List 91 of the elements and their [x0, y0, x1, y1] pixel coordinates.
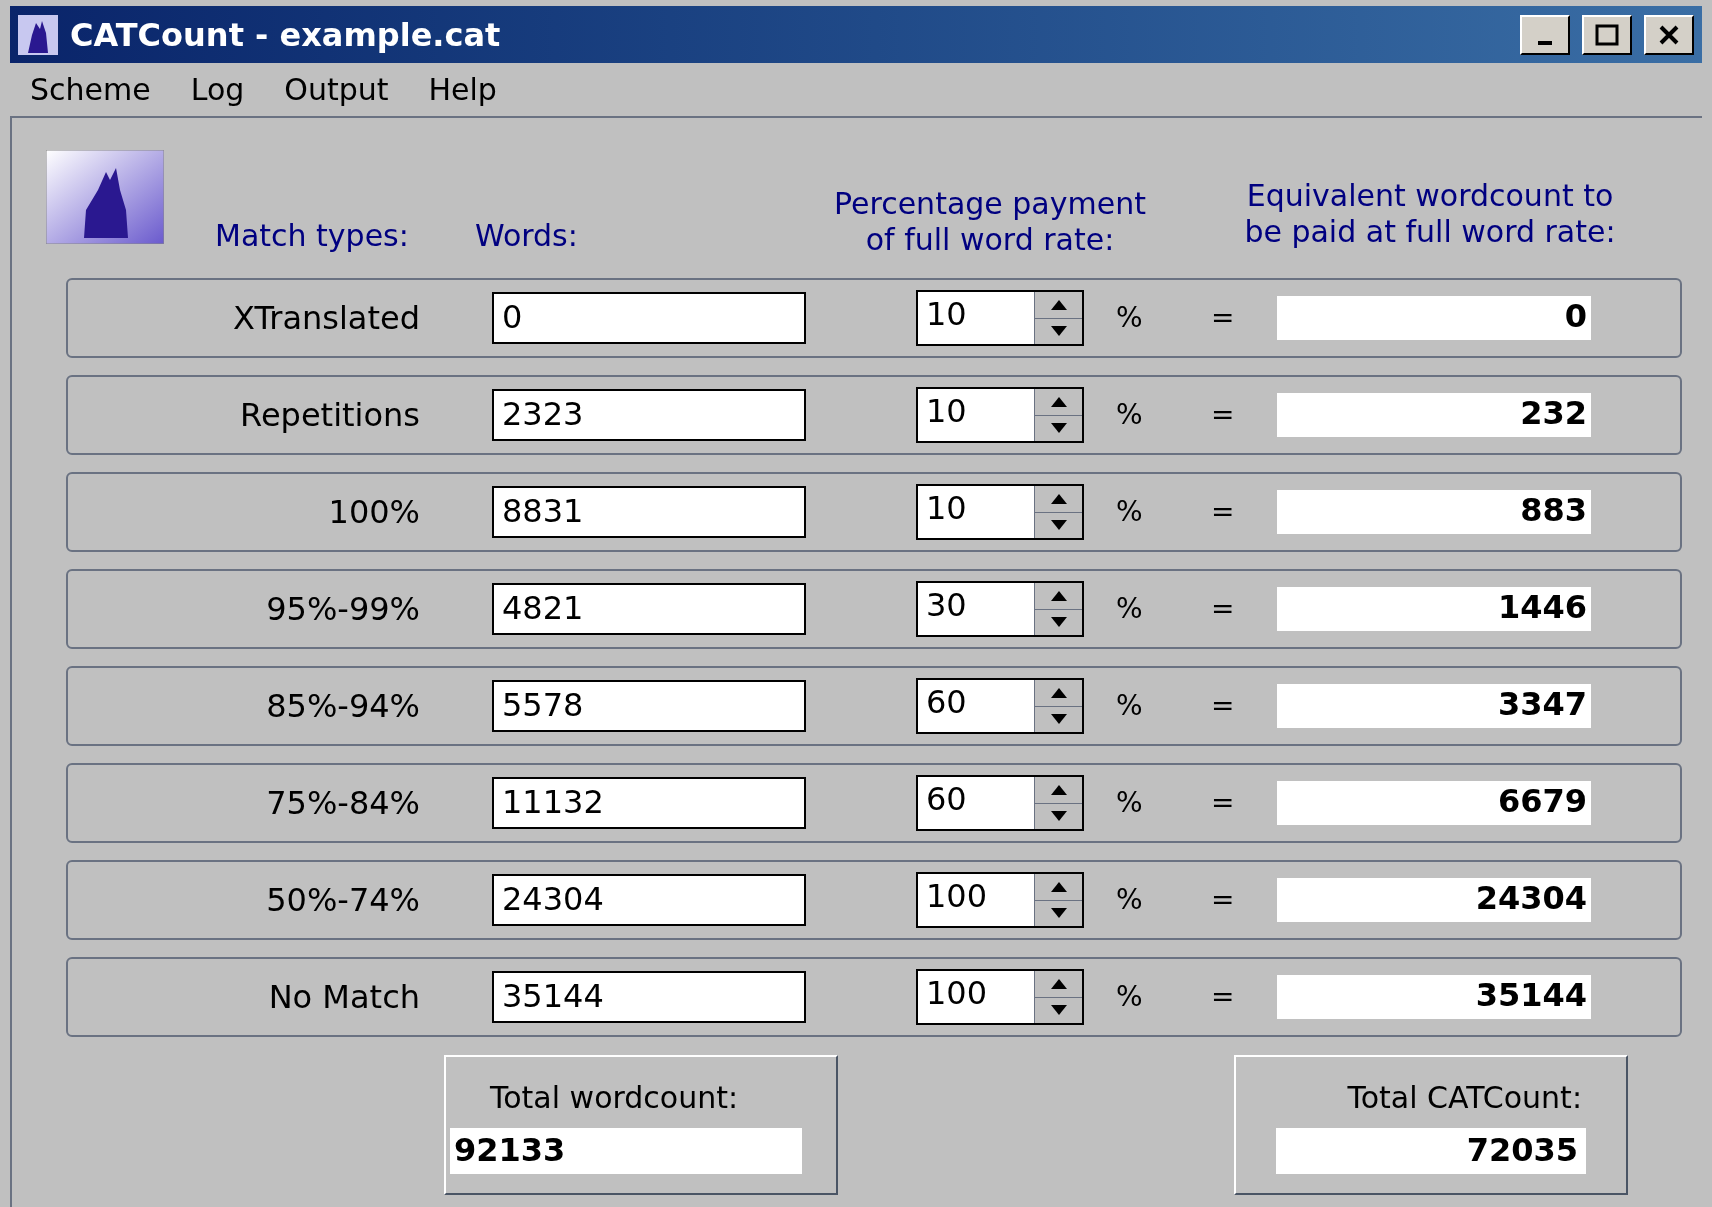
equivalent-header: Equivalent wordcount to be paid at full word rate: — [1243, 178, 1617, 250]
menu-item[interactable]: Scheme — [30, 67, 151, 112]
percentage-value: 60 — [925, 779, 968, 820]
percentage-value: 60 — [925, 682, 968, 723]
percentage-spinner[interactable]: 10 — [916, 484, 1084, 540]
maximize-button[interactable] — [1582, 14, 1632, 55]
percentage-value: 10 — [925, 391, 968, 432]
down-arrow-icon — [1050, 1005, 1067, 1016]
equals-sign: = — [1211, 688, 1236, 724]
words-header: Words: — [475, 217, 579, 255]
equals-sign: = — [1211, 882, 1236, 918]
equals-sign: = — [1211, 300, 1236, 336]
match-type-label: 75%-84% — [265, 783, 420, 824]
percentage-value: 10 — [925, 294, 968, 335]
match-type-label: 85%-94% — [265, 686, 420, 727]
down-arrow-icon — [1050, 326, 1067, 337]
total-value: 72035 — [1276, 1128, 1586, 1174]
percent-sign: % — [1116, 300, 1144, 336]
percent-sign: % — [1116, 591, 1144, 627]
result-field: 35144 — [1277, 975, 1591, 1019]
equals-sign: = — [1211, 591, 1236, 627]
result-field: 3347 — [1277, 684, 1591, 728]
up-arrow-icon — [1050, 881, 1067, 892]
total-value: 92133 — [450, 1128, 802, 1174]
result-field: 1446 — [1277, 587, 1591, 631]
down-arrow-icon — [1050, 811, 1067, 822]
result-field: 0 — [1277, 296, 1591, 340]
menu-item[interactable]: Help — [428, 67, 497, 112]
down-arrow-icon — [1050, 520, 1067, 531]
result-field: 883 — [1277, 490, 1591, 534]
down-arrow-icon — [1050, 908, 1067, 919]
up-arrow-icon — [1050, 493, 1067, 504]
words-field[interactable]: 24304 — [492, 874, 806, 926]
result-field: 232 — [1277, 393, 1591, 437]
minimize-icon — [1538, 40, 1552, 45]
percentage-value: 30 — [925, 585, 968, 626]
percentage-value: 100 — [925, 876, 989, 917]
down-arrow-icon — [1050, 714, 1067, 725]
equals-sign: = — [1211, 397, 1236, 433]
percentage-spinner[interactable]: 30 — [916, 581, 1084, 637]
total-label: Total CATCount: — [1346, 1079, 1582, 1117]
result-field: 24304 — [1277, 878, 1591, 922]
words-field[interactable]: 2323 — [492, 389, 806, 441]
down-arrow-icon — [1050, 423, 1067, 434]
match-type-label: 100% — [327, 492, 420, 533]
percentage-spinner[interactable]: 60 — [916, 775, 1084, 831]
match-type-label: Repetitions — [239, 395, 420, 436]
percent-sign: % — [1116, 494, 1144, 530]
percentage-spinner[interactable]: 100 — [916, 969, 1084, 1025]
match-type-label: 95%-99% — [265, 589, 420, 630]
close-button[interactable] — [1644, 14, 1694, 55]
close-icon — [1658, 23, 1680, 46]
up-arrow-icon — [1050, 299, 1067, 310]
equals-sign: = — [1211, 785, 1236, 821]
percentage-value: 10 — [925, 488, 968, 529]
percent-sign: % — [1116, 785, 1144, 821]
match-types-header: Match types: — [215, 217, 410, 255]
minimize-button[interactable] — [1520, 14, 1570, 55]
menu-item[interactable]: Output — [284, 67, 389, 112]
window-title: CATCount - example.cat — [70, 14, 502, 56]
match-type-label: 50%-74% — [265, 880, 420, 921]
percent-sign: % — [1116, 688, 1144, 724]
words-field[interactable]: 0 — [492, 292, 806, 344]
words-field[interactable]: 11132 — [492, 777, 806, 829]
percent-sign: % — [1116, 979, 1144, 1015]
equals-sign: = — [1211, 494, 1236, 530]
result-field: 6679 — [1277, 781, 1591, 825]
percentage-value: 100 — [925, 973, 989, 1014]
percent-sign: % — [1116, 882, 1144, 918]
up-arrow-icon — [1050, 396, 1067, 407]
match-type-label: No Match — [267, 977, 420, 1018]
up-arrow-icon — [1050, 978, 1067, 989]
percentage-spinner[interactable]: 10 — [916, 387, 1084, 443]
percent-sign: % — [1116, 397, 1144, 433]
match-type-label: XTranslated — [232, 298, 420, 339]
words-field[interactable]: 4821 — [492, 583, 806, 635]
menu-item[interactable]: Log — [190, 67, 245, 112]
up-arrow-icon — [1050, 590, 1067, 601]
total-label: Total wordcount: — [490, 1079, 740, 1117]
percentage-header: Percentage payment of full word rate: — [833, 186, 1147, 258]
equals-sign: = — [1211, 979, 1236, 1015]
down-arrow-icon — [1050, 617, 1067, 628]
percentage-spinner[interactable]: 10 — [916, 290, 1084, 346]
words-field[interactable]: 5578 — [492, 680, 806, 732]
percentage-spinner[interactable]: 100 — [916, 872, 1084, 928]
up-arrow-icon — [1050, 687, 1067, 698]
words-field[interactable]: 8831 — [492, 486, 806, 538]
maximize-icon — [1595, 23, 1619, 46]
up-arrow-icon — [1050, 784, 1067, 795]
words-field[interactable]: 35144 — [492, 971, 806, 1023]
percentage-spinner[interactable]: 60 — [916, 678, 1084, 734]
